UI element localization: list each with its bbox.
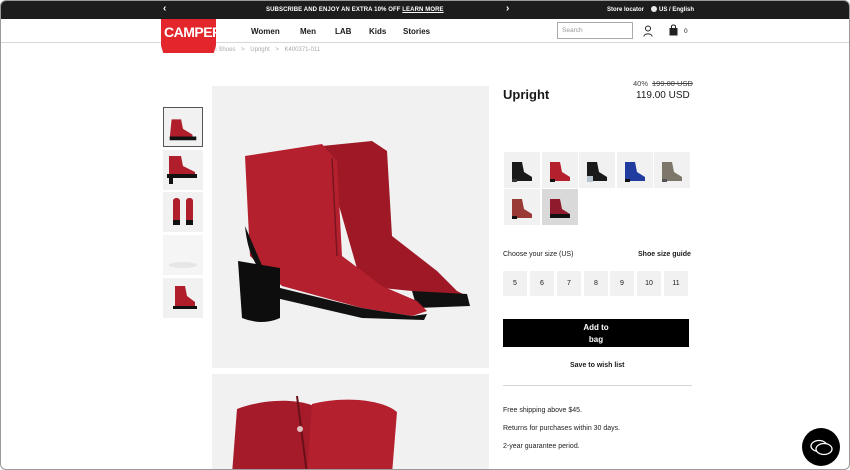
nav-link-women[interactable]: Women (251, 27, 280, 36)
returns-info: Returns for purchases within 30 days. (503, 425, 621, 432)
search-input[interactable]: Search (557, 22, 633, 39)
add-to-bag-label: Add to bag (583, 323, 609, 344)
current-price: 119.00 USD (636, 90, 690, 101)
thumbnail-3[interactable] (163, 192, 203, 232)
color-swatch-red[interactable] (542, 152, 578, 188)
color-swatch-taupe[interactable] (654, 152, 690, 188)
camper-logo[interactable]: CAMPER (161, 19, 216, 53)
promo-learn-more-link[interactable]: LEARN MORE (402, 7, 443, 13)
page-frame: ‹ SUBSCRIBE AND ENJOY AN EXTRA 10% OFF L… (0, 0, 850, 470)
size-option-10[interactable]: 10 (637, 271, 661, 296)
breadcrumb-separator: > (275, 47, 279, 53)
thumbnail-1[interactable] (163, 107, 203, 147)
color-swatch-burgundy[interactable] (542, 189, 578, 225)
breadcrumb-separator: > (241, 47, 245, 53)
promo-message: SUBSCRIBE AND ENJOY AN EXTRA 10% OFF LEA… (266, 7, 444, 13)
shopping-bag-icon[interactable] (669, 24, 678, 36)
bag-count: 0 (684, 28, 688, 35)
size-option-11[interactable]: 11 (664, 271, 688, 296)
size-label: Choose your size (US) (503, 251, 574, 258)
promo-next-arrow[interactable]: › (506, 3, 509, 15)
nav-link-stories[interactable]: Stories (403, 27, 430, 36)
globe-icon (651, 6, 657, 12)
thumbnail-5[interactable] (163, 278, 203, 318)
guarantee-info: 2-year guarantee period. (503, 443, 580, 450)
main-product-image[interactable] (212, 86, 489, 368)
size-option-7[interactable]: 7 (557, 271, 581, 296)
color-swatch-black[interactable] (504, 152, 540, 188)
size-guide-link[interactable]: Shoe size guide (638, 251, 691, 258)
size-option-9[interactable]: 9 (610, 271, 634, 296)
promo-bar: ‹ SUBSCRIBE AND ENJOY AN EXTRA 10% OFF L… (1, 1, 849, 19)
color-swatch-black-silver[interactable] (579, 152, 615, 188)
thumbnail-2[interactable] (163, 150, 203, 190)
product-name: Upright (503, 87, 550, 102)
secondary-product-image[interactable] (212, 374, 489, 469)
discount-badge: 40% (633, 79, 649, 88)
breadcrumb-item-code: K400371-011 (284, 47, 321, 53)
size-option-5[interactable]: 5 (503, 271, 527, 296)
thumbnail-4[interactable] (163, 235, 203, 275)
store-locator-link[interactable]: Store locator (607, 7, 644, 13)
color-swatch-blue[interactable] (617, 152, 653, 188)
shipping-info: Free shipping above $45. (503, 407, 582, 414)
nav-link-kids[interactable]: Kids (369, 27, 386, 36)
save-to-wishlist-link[interactable]: Save to wish list (570, 362, 624, 369)
chat-button[interactable] (802, 428, 840, 466)
add-to-bag-button[interactable]: Add to bag (503, 319, 689, 347)
chat-icon (810, 439, 833, 456)
promo-text: SUBSCRIBE AND ENJOY AN EXTRA 10% OFF (266, 7, 401, 13)
size-option-6[interactable]: 6 (530, 271, 554, 296)
nav-link-men[interactable]: Men (300, 27, 316, 36)
color-swatch-rust[interactable] (504, 189, 540, 225)
nav-link-lab[interactable]: LAB (335, 27, 351, 36)
size-option-8[interactable]: 8 (584, 271, 608, 296)
user-icon[interactable] (643, 25, 653, 37)
promo-prev-arrow[interactable]: ‹ (163, 3, 166, 15)
divider (503, 385, 692, 386)
original-price: 199.00 USD (652, 79, 693, 88)
language-selector[interactable]: US / English (659, 7, 694, 13)
breadcrumb-item-upright[interactable]: Upright (250, 47, 269, 53)
